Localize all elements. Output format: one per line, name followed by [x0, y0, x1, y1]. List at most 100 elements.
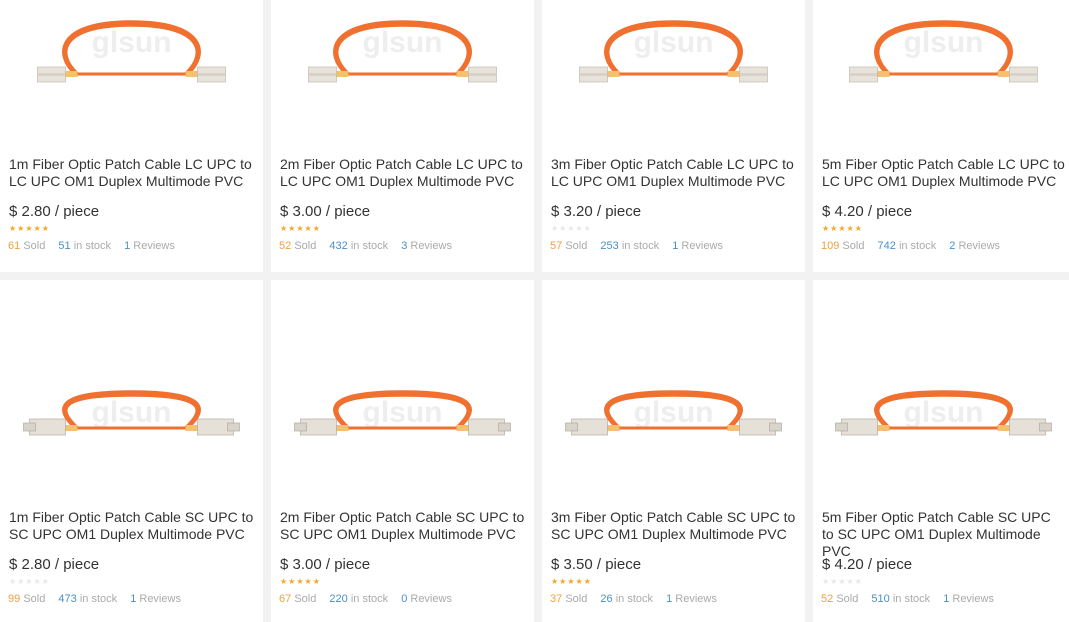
rating-stars: ★ ★ ★ ★ ★: [551, 577, 591, 586]
star-icon: ★: [822, 577, 830, 586]
product-title[interactable]: 5m Fiber Optic Patch Cable SC UPC to SC …: [813, 509, 1069, 560]
reviews-link[interactable]: 0 Reviews: [401, 593, 452, 605]
product-price: $ 3.50 / piece: [551, 556, 642, 573]
stock-count: 510 in stock: [871, 593, 931, 605]
star-icon: ★: [25, 577, 33, 586]
product-image[interactable]: glsun: [0, 0, 263, 128]
product-title[interactable]: 5m Fiber Optic Patch Cable LC UPC to LC …: [813, 156, 1069, 190]
cable-image: glsun: [37, 20, 226, 83]
star-icon: ★: [575, 224, 583, 233]
rating-stars: ★ ★ ★ ★ ★: [9, 577, 49, 586]
rating-stars: ★ ★ ★ ★ ★: [280, 577, 320, 586]
product-title[interactable]: 1m Fiber Optic Patch Cable SC UPC to SC …: [0, 509, 263, 543]
star-icon: ★: [830, 224, 838, 233]
sold-count: 52 Sold: [821, 593, 859, 605]
product-stats: 61 Sold 51 in stock 1 Reviews: [8, 240, 185, 252]
cable-image: glsun: [849, 20, 1038, 83]
star-icon: ★: [567, 224, 575, 233]
product-card[interactable]: glsun 5m Fiber Optic Patch Cable LC UPC …: [813, 0, 1069, 272]
watermark-logo: glsun: [92, 26, 172, 59]
product-card[interactable]: glsun 2m Fiber Optic Patch Cable SC UPC …: [271, 280, 534, 622]
star-icon: ★: [567, 577, 575, 586]
stock-count: 742 in stock: [877, 240, 937, 252]
watermark-logo: glsun: [363, 396, 443, 429]
product-image[interactable]: glsun: [271, 0, 534, 128]
sold-count: 99 Sold: [8, 593, 46, 605]
rating-stars: ★ ★ ★ ★ ★: [822, 224, 862, 233]
reviews-link[interactable]: 3 Reviews: [401, 240, 452, 252]
product-stats: 99 Sold 473 in stock 1 Reviews: [8, 593, 191, 605]
star-icon: ★: [296, 577, 304, 586]
cable-image: glsun: [579, 20, 768, 83]
product-title[interactable]: 2m Fiber Optic Patch Cable LC UPC to LC …: [271, 156, 534, 190]
star-icon: ★: [17, 224, 25, 233]
product-image[interactable]: glsun: [542, 280, 805, 490]
sold-count: 109 Sold: [821, 240, 865, 252]
product-card[interactable]: glsun 3m Fiber Optic Patch Cable SC UPC …: [542, 280, 805, 622]
star-icon: ★: [312, 224, 320, 233]
product-stats: 52 Sold 432 in stock 3 Reviews: [279, 240, 462, 252]
star-icon: ★: [838, 577, 846, 586]
rating-stars: ★ ★ ★ ★ ★: [280, 224, 320, 233]
star-icon: ★: [304, 224, 312, 233]
product-price: $ 3.00 / piece: [280, 556, 371, 573]
star-icon: ★: [288, 224, 296, 233]
star-icon: ★: [280, 577, 288, 586]
product-price: $ 4.20 / piece: [822, 556, 913, 573]
cable-image: glsun: [23, 390, 240, 436]
cable-image: glsun: [294, 390, 511, 436]
watermark-logo: glsun: [634, 26, 714, 59]
reviews-link[interactable]: 1 Reviews: [943, 593, 994, 605]
reviews-link[interactable]: 1 Reviews: [124, 240, 175, 252]
star-icon: ★: [551, 224, 559, 233]
product-image[interactable]: glsun: [0, 280, 263, 490]
product-image[interactable]: glsun: [813, 0, 1069, 128]
sold-count: 57 Sold: [550, 240, 588, 252]
product-price: $ 2.80 / piece: [9, 556, 100, 573]
watermark-logo: glsun: [363, 26, 443, 59]
product-stats: 67 Sold 220 in stock 0 Reviews: [279, 593, 462, 605]
star-icon: ★: [280, 224, 288, 233]
cable-image: glsun: [835, 390, 1052, 436]
product-card[interactable]: glsun 1m Fiber Optic Patch Cable SC UPC …: [0, 280, 263, 622]
product-title[interactable]: 3m Fiber Optic Patch Cable SC UPC to SC …: [542, 509, 805, 543]
product-stats: 52 Sold 510 in stock 1 Reviews: [821, 593, 1004, 605]
product-card[interactable]: glsun 3m Fiber Optic Patch Cable LC UPC …: [542, 0, 805, 272]
star-icon: ★: [822, 224, 830, 233]
product-image[interactable]: glsun: [542, 0, 805, 128]
product-title[interactable]: 1m Fiber Optic Patch Cable LC UPC to LC …: [0, 156, 263, 190]
product-card[interactable]: glsun 2m Fiber Optic Patch Cable LC UPC …: [271, 0, 534, 272]
reviews-link[interactable]: 1 Reviews: [672, 240, 723, 252]
stock-count: 253 in stock: [600, 240, 660, 252]
product-stats: 37 Sold 26 in stock 1 Reviews: [550, 593, 727, 605]
star-icon: ★: [17, 577, 25, 586]
reviews-link[interactable]: 2 Reviews: [949, 240, 1000, 252]
product-price: $ 3.20 / piece: [551, 203, 642, 220]
stock-count: 220 in stock: [329, 593, 389, 605]
stock-count: 26 in stock: [600, 593, 654, 605]
sold-count: 37 Sold: [550, 593, 588, 605]
reviews-link[interactable]: 1 Reviews: [666, 593, 717, 605]
watermark-logo: glsun: [904, 396, 984, 429]
star-icon: ★: [9, 577, 17, 586]
product-card[interactable]: glsun 1m Fiber Optic Patch Cable LC UPC …: [0, 0, 263, 272]
product-image[interactable]: glsun: [271, 280, 534, 490]
star-icon: ★: [854, 577, 862, 586]
star-icon: ★: [838, 224, 846, 233]
product-title[interactable]: 3m Fiber Optic Patch Cable LC UPC to LC …: [542, 156, 805, 190]
star-icon: ★: [25, 224, 33, 233]
reviews-link[interactable]: 1 Reviews: [130, 593, 181, 605]
stock-count: 51 in stock: [58, 240, 112, 252]
star-icon: ★: [9, 224, 17, 233]
watermark-logo: glsun: [92, 396, 172, 429]
product-image[interactable]: glsun: [813, 280, 1069, 490]
star-icon: ★: [583, 577, 591, 586]
star-icon: ★: [854, 224, 862, 233]
sold-count: 61 Sold: [8, 240, 46, 252]
star-icon: ★: [41, 224, 49, 233]
cable-image: glsun: [308, 20, 497, 83]
product-card[interactable]: glsun 5m Fiber Optic Patch Cable SC UPC …: [813, 280, 1069, 622]
product-price: $ 4.20 / piece: [822, 203, 913, 220]
product-price: $ 2.80 / piece: [9, 203, 100, 220]
product-title[interactable]: 2m Fiber Optic Patch Cable SC UPC to SC …: [271, 509, 534, 543]
